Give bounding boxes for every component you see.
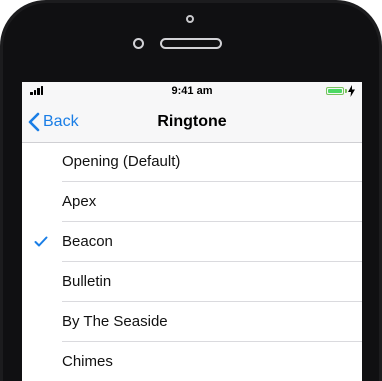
ringtone-row[interactable]: Chimes — [22, 342, 362, 381]
checkmark-icon — [34, 236, 48, 247]
charging-bolt-icon — [348, 85, 355, 97]
status-bar: 9:41 am — [22, 82, 362, 102]
battery-charging-icon — [326, 87, 344, 95]
screen: 9:41 am Back Ringtone Opening (Default) — [22, 82, 362, 381]
ringtone-row[interactable]: Apex — [22, 182, 362, 222]
page-title: Ringtone — [157, 113, 227, 130]
ringtone-row[interactable]: By The Seaside — [22, 302, 362, 342]
ringtone-label: Beacon — [62, 233, 113, 250]
status-time: 9:41 am — [171, 85, 213, 97]
ringtone-row[interactable]: Beacon — [22, 222, 362, 262]
ringtone-label: By The Seaside — [62, 313, 168, 330]
proximity-sensor — [133, 38, 144, 49]
ringtone-label: Chimes — [62, 353, 113, 370]
earpiece-speaker — [160, 38, 222, 49]
ringtone-label: Apex — [62, 193, 97, 210]
navigation-bar: 9:41 am Back Ringtone — [22, 82, 362, 143]
ringtone-row[interactable]: Bulletin — [22, 262, 362, 302]
ringtone-row[interactable]: Opening (Default) — [22, 142, 362, 182]
front-camera — [186, 15, 194, 23]
ringtone-label: Opening (Default) — [62, 153, 181, 170]
battery-nub — [345, 89, 347, 93]
ringtone-list: Opening (Default) Apex Beacon Bulletin B… — [22, 142, 362, 381]
ringtone-label: Bulletin — [62, 273, 112, 290]
phone-frame: 9:41 am Back Ringtone Opening (Default) — [0, 0, 382, 381]
